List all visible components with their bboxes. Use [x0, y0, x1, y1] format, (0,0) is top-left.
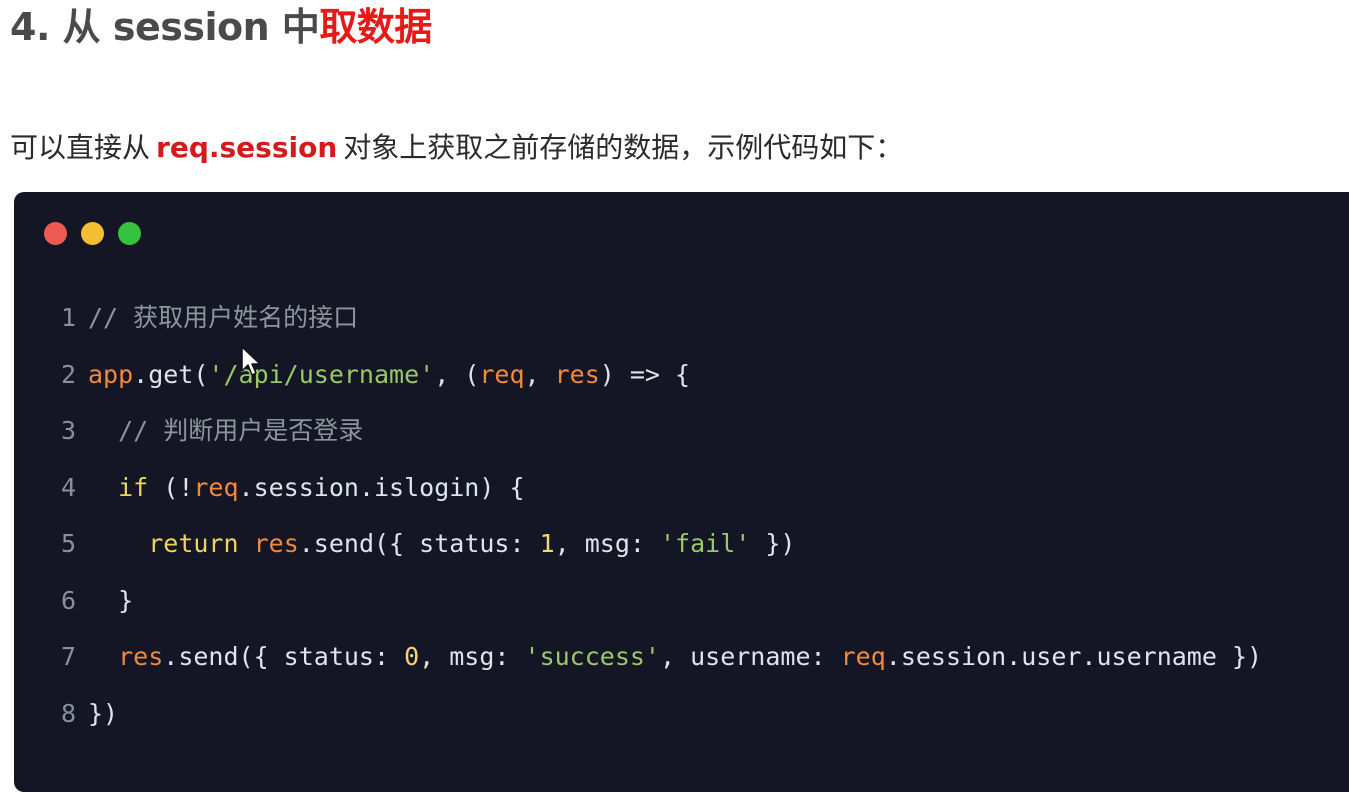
intro-paragraph: 可以直接从 req.session 对象上获取之前存储的数据，示例代码如下：: [10, 128, 903, 168]
code-token: app: [88, 359, 134, 389]
code-line: 6 }: [14, 573, 1262, 630]
window-close-dot: [44, 222, 67, 245]
code-token: return: [148, 529, 239, 558]
code-token: res: [118, 642, 164, 671]
code-token: .send({ status:: [163, 642, 405, 671]
inline-code-req-session: req.session: [156, 131, 338, 164]
code-line: 1 // 获取用户姓名的接口: [14, 290, 1262, 347]
code-token: 1: [539, 529, 555, 558]
code-token: }): [88, 698, 119, 728]
heading-text: 从 session 中: [49, 5, 320, 49]
code-token: 'success': [524, 642, 660, 671]
code-token: // 判断用户是否登录: [118, 416, 364, 445]
code-token: res: [253, 529, 299, 558]
code-token: ) => {: [599, 359, 691, 389]
code-token: , msg:: [419, 642, 525, 671]
code-line: 7 res.send({ status: 0, msg: 'success', …: [14, 629, 1262, 686]
code-token: .session.islogin) {: [238, 472, 525, 502]
code-token: , msg:: [554, 529, 660, 558]
code-token: 'fail': [660, 529, 751, 558]
heading-accent-text: 取数据: [319, 5, 432, 49]
mouse-pointer-icon: [241, 346, 261, 376]
line-number: 5: [60, 529, 76, 558]
line-number: 4: [60, 472, 76, 502]
intro-text-after: 对象上获取之前存储的数据，示例代码如下：: [343, 131, 904, 164]
code-token: req: [840, 642, 886, 671]
code-token: req: [193, 472, 239, 502]
code-token: req: [479, 359, 525, 389]
code-line: 3 // 判断用户是否登录: [14, 403, 1262, 460]
code-token: , username:: [659, 642, 841, 671]
code-token: // 获取用户姓名的接口: [88, 303, 359, 332]
line-number: 1: [60, 303, 76, 332]
code-line: 2 app.get('/api/username', (req, res) => …: [14, 347, 1262, 404]
code-token: .send({ status:: [298, 529, 540, 558]
code-line: 5 return res.send({ status: 1, msg: 'fai…: [14, 516, 1262, 573]
code-token: }): [750, 529, 796, 558]
intro-text-before: 可以直接从: [10, 131, 151, 164]
window-minimize-dot: [81, 222, 104, 245]
code-line: 4 if (!req.session.islogin) {: [14, 460, 1262, 517]
line-number: 3: [60, 416, 76, 445]
window-maximize-dot: [118, 222, 141, 245]
code-token: }: [88, 585, 134, 615]
code-token: .get(: [133, 359, 209, 389]
code-token: (!: [148, 472, 194, 502]
code-token: res: [554, 359, 600, 389]
code-block: 1// 获取用户姓名的接口 2 app.get('/api/username', (…: [14, 192, 1349, 792]
code-token: if: [118, 472, 149, 502]
code-token: ,: [524, 359, 555, 389]
section-heading: 4. 从 session 中取数据: [10, 2, 432, 52]
code-token: 0: [404, 642, 420, 671]
line-number: 2: [60, 359, 76, 389]
line-number: 8: [60, 698, 76, 728]
code-token: , (: [434, 359, 480, 389]
line-number: 6: [60, 585, 76, 615]
code-token: .session.user.username }): [885, 642, 1263, 671]
heading-number: 4.: [10, 5, 50, 49]
code-line: 8}): [14, 686, 1262, 743]
code-lines: 1// 获取用户姓名的接口 2 app.get('/api/username', (…: [14, 290, 1262, 742]
line-number: 7: [60, 642, 76, 671]
